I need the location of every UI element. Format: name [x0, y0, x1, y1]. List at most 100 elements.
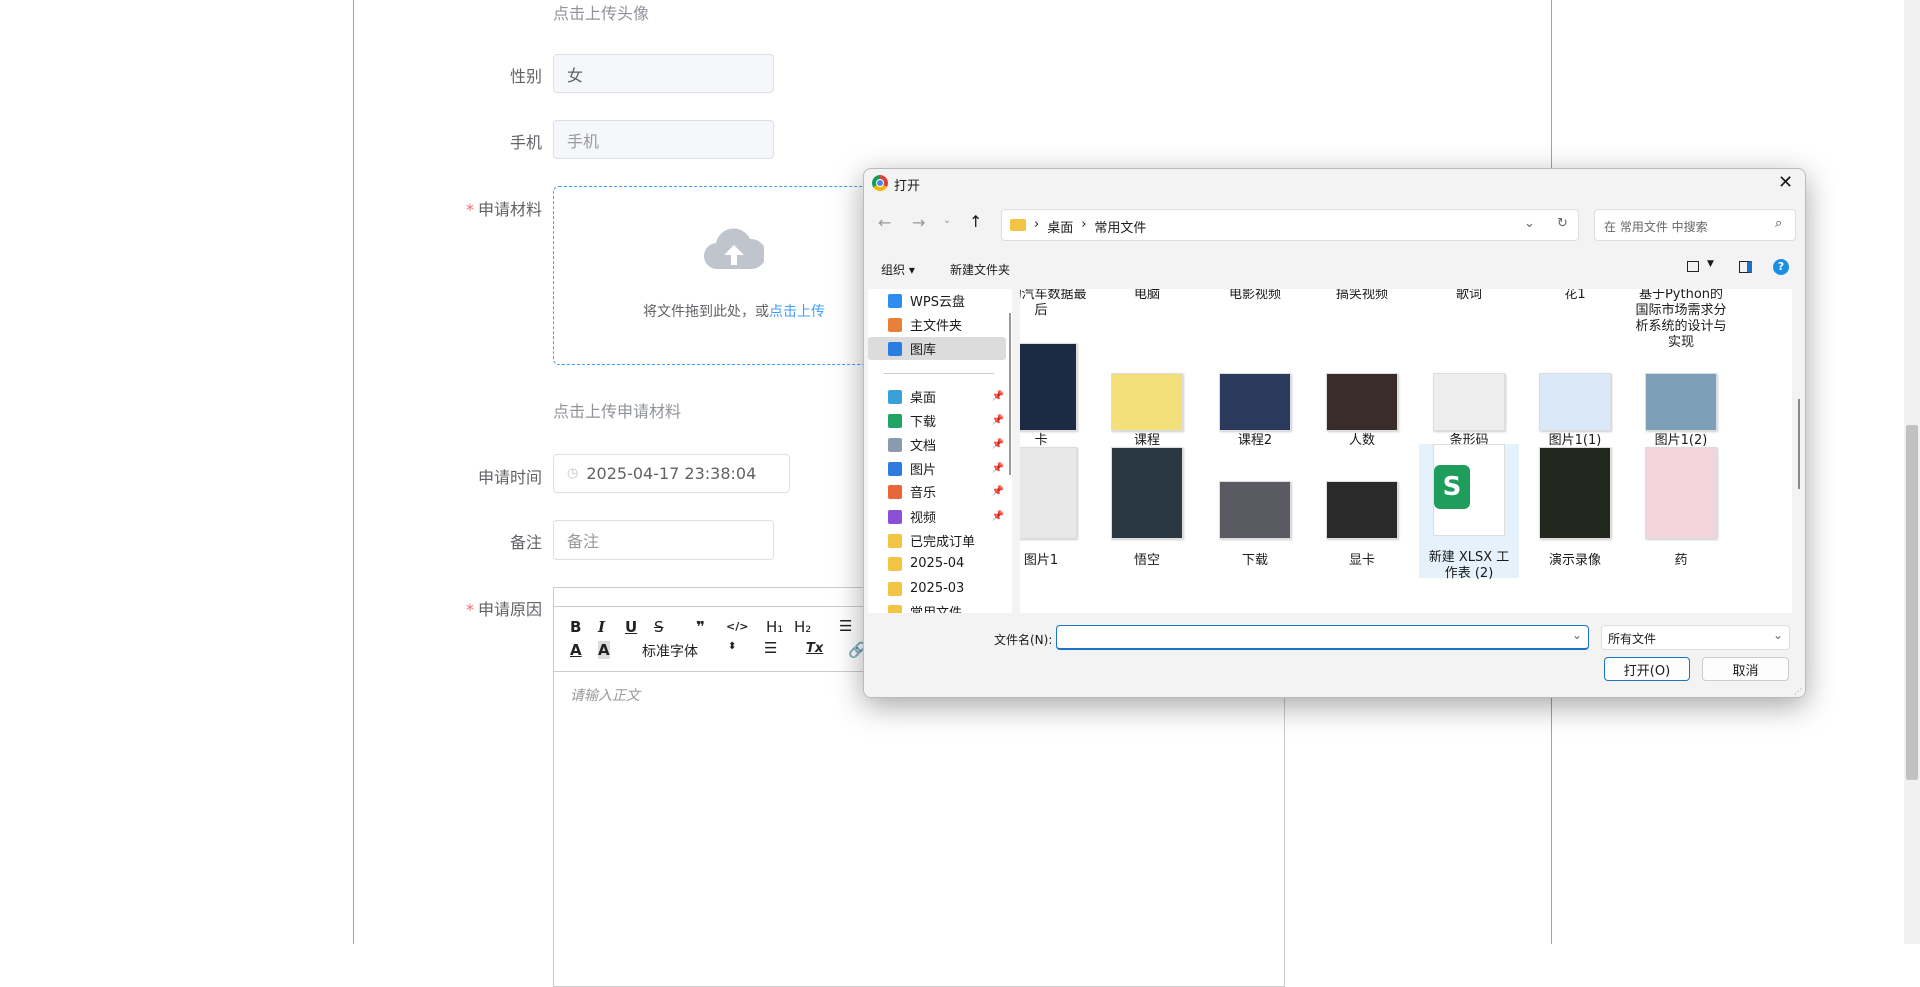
remark-input[interactable]: 备注 [553, 520, 774, 560]
nav-item[interactable]: 主文件夹 [868, 313, 1006, 336]
file-item[interactable]: 图片1(1) [1525, 343, 1625, 453]
nav-item-label: 已完成订单 [910, 535, 976, 550]
nav-item[interactable]: 图片 📌 [868, 457, 1006, 480]
refresh-icon[interactable]: ↻ [1557, 216, 1568, 231]
align-icon[interactable]: ☰ [764, 639, 777, 657]
file-thumbnail [1326, 481, 1398, 539]
chrome-icon [872, 175, 888, 191]
file-item[interactable]: 卡 [1020, 343, 1091, 453]
file-item[interactable]: 人数 [1312, 343, 1412, 453]
nav-item[interactable]: 2025-03 [868, 577, 1006, 600]
file-item[interactable]: 下载 [1205, 447, 1305, 581]
nav-item[interactable]: 桌面 📌 [868, 385, 1006, 408]
time-value: 2025-04-17 23:38:04 [586, 464, 757, 483]
nav-item[interactable]: 音乐 📌 [868, 480, 1006, 503]
upload-dragger[interactable]: 将文件拖到此处，或点击上传 [553, 186, 913, 365]
strike-button[interactable]: S [654, 618, 664, 636]
close-button[interactable]: ✕ [1778, 172, 1793, 193]
upload-link[interactable]: 点击上传 [769, 304, 825, 320]
nav-scrollbar[interactable] [1009, 313, 1011, 475]
nav-item[interactable]: 已完成订单 [868, 529, 1006, 552]
nav-item-label: 桌面 [910, 391, 937, 406]
breadcrumb-folder[interactable]: 常用文件 [1094, 217, 1146, 236]
new-folder-button[interactable]: 新建文件夹 [950, 261, 1010, 278]
file-item[interactable]: 悟空 [1097, 447, 1197, 581]
frame-line-left [353, 0, 354, 944]
file-item[interactable]: 图片1 [1020, 447, 1091, 581]
time-picker[interactable]: ◷ 2025-04-17 23:38:04 [553, 454, 790, 493]
reason-label-text: 申请原因 [477, 600, 542, 619]
nav-item-label: 主文件夹 [910, 319, 963, 334]
nav-item-label: 图片 [910, 463, 937, 478]
nav-item-label: 下载 [910, 415, 937, 430]
pin-icon: 📌 [991, 439, 1004, 450]
address-dropdown-icon[interactable]: ⌄ [1524, 216, 1535, 231]
file-thumbnail [1111, 447, 1183, 539]
address-bar[interactable]: › 桌面 › 常用文件 ⌄ ↻ [1001, 209, 1579, 241]
file-item[interactable]: 课程2 [1205, 343, 1305, 453]
recent-dropdown-icon[interactable]: ⌄ [943, 215, 951, 226]
preview-pane-icon[interactable] [1739, 261, 1752, 273]
font-select[interactable]: 标准字体 [642, 641, 698, 661]
h2-button[interactable]: H₂ [794, 618, 811, 636]
file-type-select[interactable]: 所有文件 ⌄ [1601, 625, 1790, 650]
nav-item-label: WPS云盘 [910, 295, 965, 310]
nav-item[interactable]: 视频 📌 [868, 505, 1006, 528]
view-dropdown-icon[interactable]: ▼ [1707, 259, 1714, 269]
file-item[interactable]: 图片1(2) [1631, 343, 1731, 453]
nav-item[interactable]: WPS云盘 [868, 289, 1006, 312]
organize-button[interactable]: 组织 ▾ [881, 261, 915, 278]
material-label-text: 申请材料 [477, 200, 542, 219]
ordered-list-icon[interactable]: ☰ [839, 617, 852, 635]
page-scrollbar-thumb[interactable] [1906, 425, 1918, 780]
back-button[interactable]: ← [878, 213, 891, 232]
upload-hint: 将文件拖到此处，或 [643, 304, 769, 320]
h1-button[interactable]: H₁ [766, 618, 783, 636]
nav-item-icon [888, 293, 902, 308]
nav-item[interactable]: 图库 [868, 337, 1006, 360]
code-button[interactable]: </> [726, 620, 748, 633]
file-name: 新建 XLSX 工作表 (2) [1428, 550, 1510, 581]
search-icon: ⌕ [1775, 216, 1783, 231]
avatar-tip: 点击上传头像 [553, 4, 650, 23]
breadcrumb-sep: › [1081, 217, 1087, 232]
quote-button[interactable]: ❞ [696, 618, 705, 636]
background-color-icon[interactable]: A [598, 641, 610, 659]
file-item[interactable]: 药 [1631, 447, 1731, 581]
nav-item-icon [888, 317, 902, 332]
help-icon[interactable]: ? [1773, 259, 1789, 275]
search-input[interactable]: 在 常用文件 中搜索 ⌕ [1594, 209, 1796, 241]
file-item[interactable]: S 新建 XLSX 工作表 (2) [1419, 444, 1519, 581]
gender-input[interactable]: 女 [553, 54, 774, 93]
underline-button[interactable]: U [625, 618, 637, 636]
file-item[interactable]: 显卡 [1312, 447, 1412, 581]
cancel-button[interactable]: 取消 [1702, 657, 1789, 681]
clear-format-button[interactable]: Tx [806, 641, 823, 656]
file-item[interactable]: 演示录像 [1525, 447, 1625, 581]
folder-icon [888, 581, 902, 596]
file-item[interactable]: 课程 [1097, 343, 1197, 453]
font-color-icon[interactable]: A [570, 641, 582, 659]
nav-item[interactable]: 2025-04 [868, 552, 1006, 575]
nav-item[interactable]: 下载 📌 [868, 409, 1006, 432]
italic-button[interactable]: I [598, 618, 605, 636]
file-name: 显卡 [1348, 553, 1375, 568]
file-item[interactable]: 条形码 [1419, 343, 1519, 453]
filename-label: 文件名(N): [994, 633, 1053, 647]
content-scrollbar[interactable] [1798, 399, 1800, 489]
filename-dropdown-icon[interactable]: ⌄ [1572, 628, 1582, 642]
breadcrumb-sep: › [1034, 217, 1040, 232]
breadcrumb-desktop[interactable]: 桌面 [1047, 217, 1073, 236]
bold-button[interactable]: B [570, 618, 581, 636]
phone-input[interactable]: 手机 [553, 120, 774, 159]
resize-grip-icon[interactable]: ⋰ [1794, 687, 1802, 696]
file-thumbnail [1219, 373, 1291, 431]
view-icon[interactable] [1687, 261, 1699, 272]
nav-item-icon [888, 341, 902, 356]
nav-item-icon [888, 461, 902, 476]
nav-item[interactable]: 文档 📌 [868, 433, 1006, 456]
filename-input[interactable]: ⌄ [1056, 625, 1589, 650]
open-button[interactable]: 打开(O) [1604, 657, 1690, 681]
up-button[interactable]: ↑ [969, 212, 982, 231]
forward-button[interactable]: → [912, 213, 925, 232]
